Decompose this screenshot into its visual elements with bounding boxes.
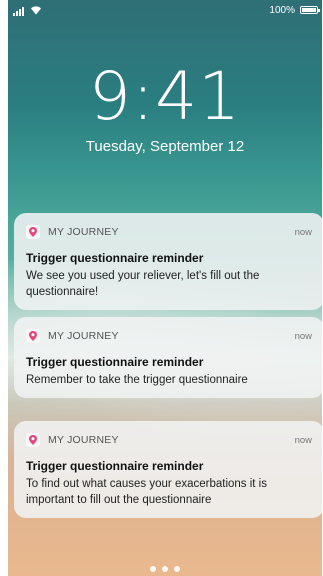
notification-app-name: MY JOURNEY (48, 226, 119, 238)
notification-body: We see you used your reliever, let's fil… (26, 270, 260, 298)
notification-app-name: MY JOURNEY (48, 330, 119, 342)
notification-app-name: MY JOURNEY (48, 434, 119, 446)
notification-title: Trigger questionnaire reminder (26, 355, 204, 369)
lock-clock: 9:41 (88, 58, 242, 135)
notification-card[interactable]: MY JOURNEY now Trigger questionnaire rem… (14, 421, 322, 518)
page-dot (162, 566, 168, 572)
page-dot (174, 566, 180, 572)
notification-time: now (294, 434, 312, 446)
lock-screen: 100% 9:41 Tuesday, September 12 MY JOURN… (8, 0, 322, 576)
notification-body: To find out what causes your exacerbatio… (26, 478, 267, 506)
notification-title: Trigger questionnaire reminder (26, 459, 204, 473)
notification-title: Trigger questionnaire reminder (26, 251, 204, 265)
battery-percentage: 100% (269, 5, 295, 16)
lock-date: Tuesday, September 12 (85, 138, 245, 155)
notification-time: now (294, 330, 312, 342)
notification-time: now (294, 226, 312, 238)
wifi-icon (31, 6, 41, 15)
map-pin-app-icon (26, 433, 40, 447)
notification-card[interactable]: MY JOURNEY now Trigger questionnaire rem… (14, 213, 322, 310)
signal-icon (13, 7, 24, 16)
notification-card[interactable]: MY JOURNEY now Trigger questionnaire rem… (14, 317, 322, 398)
map-pin-app-icon (26, 329, 40, 343)
status-bar: 100% (8, 0, 322, 22)
notification-body: Remember to take the trigger questionnai… (26, 374, 248, 386)
map-pin-app-icon (26, 225, 40, 239)
page-dot (150, 566, 156, 572)
page-indicator (8, 566, 322, 572)
battery-icon (300, 6, 320, 14)
